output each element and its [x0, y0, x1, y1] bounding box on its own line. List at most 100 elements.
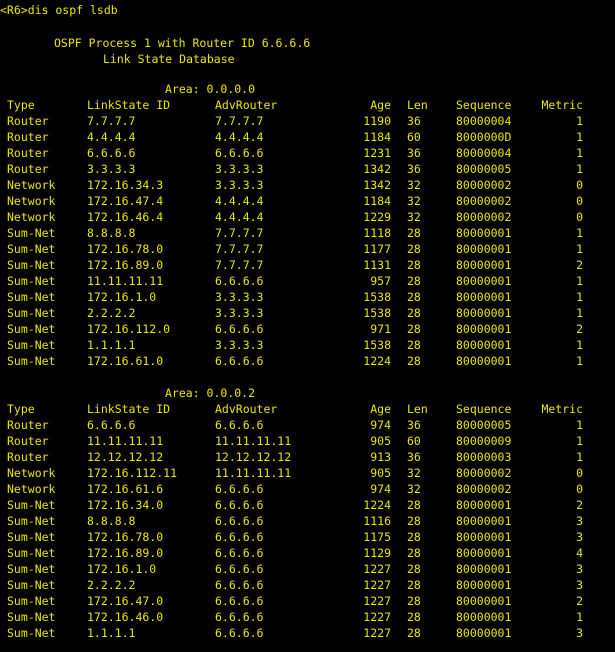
lsa-type: Router: [7, 130, 49, 144]
lsa-seq: 80000004: [456, 146, 512, 160]
lsa-len: 28: [407, 626, 421, 640]
lsa-lsid: 8.8.8.8: [87, 514, 136, 528]
lsa-row: Sum-Net 172.16.89.0 6.6.6.6 1129 28 80000001 4: [0, 545, 615, 561]
lsa-seq: 80000002: [456, 466, 512, 480]
lsa-row: Sum-Net 172.16.34.0 6.6.6.6 1224 28 80000001 2: [0, 497, 615, 513]
lsa-row: Sum-Net 1.1.1.1 3.3.3.3 1538 28 80000001 1: [0, 337, 615, 353]
lsa-seq: 80000001: [456, 594, 512, 608]
process-title: OSPF Process 1 with Router ID 6.6.6.6: [54, 36, 311, 50]
lsa-age: 1190: [363, 114, 391, 128]
lsa-row: Network 172.16.112.11 11.11.11.11 905 32 8000…: [0, 465, 615, 481]
lsa-row: Sum-Net 172.16.78.0 6.6.6.6 1175 28 80000001 3: [0, 529, 615, 545]
lsa-type: Network: [7, 210, 56, 224]
lsa-age: 1129: [363, 546, 391, 560]
lsa-type: Sum-Net: [7, 546, 56, 560]
lsa-age: 957: [370, 274, 391, 288]
lsa-metric: 1: [576, 610, 583, 624]
lsa-age: 971: [370, 322, 391, 336]
lsa-adv: 3.3.3.3: [215, 178, 264, 192]
lsa-adv: 6.6.6.6: [215, 594, 264, 608]
lsa-len: 36: [407, 450, 421, 464]
lsa-type: Sum-Net: [7, 578, 56, 592]
lsa-metric: 3: [576, 626, 583, 640]
lsa-lsid: 6.6.6.6: [87, 146, 136, 160]
lsa-metric: 0: [576, 178, 583, 192]
lsa-seq: 80000002: [456, 194, 512, 208]
lsa-len: 28: [407, 226, 421, 240]
lsa-age: 1184: [363, 194, 391, 208]
lsa-lsid: 172.16.89.0: [87, 546, 164, 560]
lsa-lsid: 172.16.78.0: [87, 242, 164, 256]
lsa-metric: 1: [576, 114, 583, 128]
lsa-type: Sum-Net: [7, 610, 56, 624]
column-header-adv: AdvRouter: [215, 402, 278, 416]
lsa-row: Router 4.4.4.4 4.4.4.4 1184 60 8000000D 1: [0, 129, 615, 145]
lsa-age: 974: [370, 418, 391, 432]
lsa-adv: 3.3.3.3: [215, 306, 264, 320]
lsa-metric: 4: [576, 546, 583, 560]
lsa-lsid: 172.16.89.0: [87, 258, 164, 272]
lsa-seq: 80000001: [456, 626, 512, 640]
lsa-adv: 7.7.7.7: [215, 258, 264, 272]
lsa-adv: 11.11.11.11: [215, 434, 292, 448]
lsa-seq: 80000001: [456, 290, 512, 304]
lsa-metric: 1: [576, 130, 583, 144]
lsa-len: 36: [407, 114, 421, 128]
column-header-len: Len: [407, 402, 428, 416]
terminal-window[interactable]: <R6>dis ospf lsdb OSPF Process 1 with Ro…: [0, 0, 615, 652]
lsa-lsid: 4.4.4.4: [87, 130, 136, 144]
lsa-age: 1131: [363, 258, 391, 272]
lsa-metric: 1: [576, 274, 583, 288]
lsa-seq: 80000002: [456, 210, 512, 224]
lsa-seq: 80000005: [456, 418, 512, 432]
lsa-len: 28: [407, 242, 421, 256]
lsa-lsid: 172.16.34.3: [87, 178, 164, 192]
lsa-row: Sum-Net 172.16.61.0 6.6.6.6 1224 28 80000001 1: [0, 353, 615, 369]
lsa-lsid: 172.16.61.0: [87, 354, 164, 368]
lsa-seq: 80000001: [456, 498, 512, 512]
lsa-metric: 3: [576, 530, 583, 544]
lsa-type: Router: [7, 114, 49, 128]
lsa-row: Sum-Net 2.2.2.2 3.3.3.3 1538 28 80000001 1: [0, 305, 615, 321]
lsa-age: 1224: [363, 354, 391, 368]
lsa-row: Sum-Net 1.1.1.1 6.6.6.6 1227 28 80000001 3: [0, 625, 615, 641]
lsa-seq: 80000001: [456, 274, 512, 288]
lsa-len: 28: [407, 546, 421, 560]
lsa-type: Network: [7, 194, 56, 208]
column-header-lsid: LinkState ID: [87, 402, 171, 416]
lsa-seq: 80000001: [456, 610, 512, 624]
column-header-adv: AdvRouter: [215, 98, 278, 112]
lsa-age: 1224: [363, 498, 391, 512]
lsa-metric: 1: [576, 242, 583, 256]
lsa-adv: 6.6.6.6: [215, 418, 264, 432]
lsa-len: 28: [407, 306, 421, 320]
lsa-lsid: 172.16.46.4: [87, 210, 164, 224]
lsa-len: 28: [407, 290, 421, 304]
lsa-type: Sum-Net: [7, 514, 56, 528]
lsa-age: 1116: [363, 514, 391, 528]
lsa-metric: 0: [576, 210, 583, 224]
lsa-row: Sum-Net 172.16.112.0 6.6.6.6 971 28 80000001 2: [0, 321, 615, 337]
lsa-len: 28: [407, 578, 421, 592]
lsa-metric: 1: [576, 226, 583, 240]
lsa-metric: 1: [576, 434, 583, 448]
lsa-lsid: 172.16.1.0: [87, 562, 157, 576]
lsa-adv: 6.6.6.6: [215, 514, 264, 528]
lsa-row: Sum-Net 8.8.8.8 6.6.6.6 1116 28 80000001 3: [0, 513, 615, 529]
area-label: Area: 0.0.0.0: [165, 82, 256, 96]
column-header-age: Age: [370, 402, 391, 416]
lsa-age: 1227: [363, 578, 391, 592]
lsa-row: Network 172.16.34.3 3.3.3.3 1342 32 80000002 0: [0, 177, 615, 193]
lsa-age: 974: [370, 482, 391, 496]
lsa-row: Router 6.6.6.6 6.6.6.6 1231 36 80000004 1: [0, 145, 615, 161]
lsa-metric: 2: [576, 322, 583, 336]
lsa-seq: 80000001: [456, 242, 512, 256]
lsa-type: Network: [7, 482, 56, 496]
lsa-lsid: 6.6.6.6: [87, 418, 136, 432]
lsa-row: Router 7.7.7.7 7.7.7.7 1190 36 80000004 1: [0, 113, 615, 129]
column-header-type: Type: [7, 402, 35, 416]
lsa-len: 28: [407, 354, 421, 368]
lsa-len: 28: [407, 274, 421, 288]
lsa-age: 1229: [363, 210, 391, 224]
lsa-seq: 80000001: [456, 354, 512, 368]
